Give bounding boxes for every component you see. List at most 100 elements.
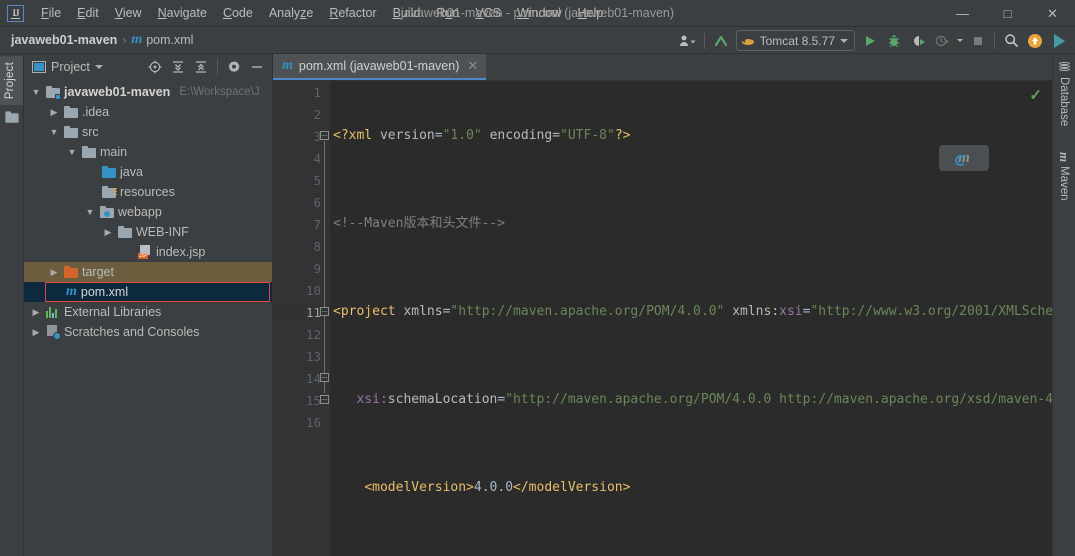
update-project-icon[interactable] <box>709 29 733 52</box>
run-configuration-selector[interactable]: Tomcat 8.5.77 <box>735 30 855 51</box>
menu-refactor[interactable]: Refactor <box>321 3 384 23</box>
editor-area: m pom.xml (javaweb01-maven) ✕ 1 2 3 4 5 … <box>273 54 1052 556</box>
settings-gear-icon[interactable] <box>223 56 245 78</box>
expand-all-icon[interactable] <box>167 56 189 78</box>
twisty-down-icon[interactable]: ▼ <box>84 207 96 217</box>
folder-icon <box>118 225 132 239</box>
minimize-button[interactable]: — <box>940 0 985 27</box>
tree-node-scratches-and-consoles[interactable]: ▶ Scratches and Consoles <box>24 322 272 342</box>
twisty-down-icon[interactable]: ▼ <box>30 87 42 97</box>
close-button[interactable]: ✕ <box>1030 0 1075 27</box>
menu-run[interactable]: Run <box>428 3 467 23</box>
twisty-right-icon[interactable]: ▶ <box>48 267 60 278</box>
tree-node-label: java <box>120 165 143 179</box>
maven-reload-button[interactable]: m <box>939 145 989 171</box>
close-icon[interactable]: ✕ <box>467 58 478 74</box>
project-panel-header: Project <box>24 54 272 80</box>
locate-icon[interactable] <box>144 56 166 78</box>
strip-tab-project[interactable]: Project <box>0 56 23 106</box>
tree-node-target[interactable]: ▶ target <box>24 262 272 282</box>
fold-collapse-icon[interactable]: ─ <box>320 395 329 404</box>
editor-tab-label: pom.xml (javaweb01-maven) <box>298 59 460 73</box>
tree-node-label: main <box>100 145 128 159</box>
stop-icon[interactable] <box>966 29 990 52</box>
maximize-button[interactable]: □ <box>985 0 1030 27</box>
profile-dropdown-icon[interactable] <box>954 29 966 52</box>
tree-node-external-libraries[interactable]: ▶ External Libraries <box>24 302 272 322</box>
menu-window[interactable]: Window <box>509 3 569 23</box>
fold-collapse-icon[interactable]: ─ <box>320 131 329 140</box>
fold-collapse-icon[interactable]: ─ <box>320 373 329 382</box>
tree-node-index-jsp[interactable]: JSP index.jsp <box>24 242 272 262</box>
update-icon[interactable] <box>1023 29 1047 52</box>
twisty-right-icon[interactable]: ▶ <box>48 107 60 118</box>
maven-m-icon: m <box>66 284 77 299</box>
user-settings-icon[interactable] <box>676 29 700 52</box>
project-panel-tools <box>144 56 268 78</box>
tree-node-pom-xml[interactable]: m pom.xml <box>24 282 272 302</box>
collapse-all-icon[interactable] <box>190 56 212 78</box>
menu-help[interactable]: Help <box>570 3 612 23</box>
tree-node-src[interactable]: ▼ src <box>24 122 272 142</box>
menu-code[interactable]: Code <box>215 3 261 23</box>
code-line-5: <modelVersion>4.0.0</modelVersion> <box>364 480 631 495</box>
tree-node-web-inf[interactable]: ▶ WEB-INF <box>24 222 272 242</box>
strip-tab-database[interactable]: Database <box>1053 56 1075 132</box>
twisty-right-icon[interactable]: ▶ <box>30 307 42 318</box>
tree-node-idea[interactable]: ▶ .idea <box>24 102 272 122</box>
breadcrumb-project[interactable]: javaweb01-maven <box>8 31 120 49</box>
refresh-icon <box>955 155 966 166</box>
ide-feature-icon[interactable] <box>1047 29 1071 52</box>
right-tool-window-strip: Database m Maven <box>1052 54 1075 556</box>
search-everywhere-icon[interactable] <box>999 29 1023 52</box>
maven-m-icon: m <box>1057 152 1072 163</box>
menu-build[interactable]: Build <box>385 3 429 23</box>
menu-view[interactable]: View <box>107 3 150 23</box>
twisty-right-icon[interactable]: ▶ <box>102 227 114 238</box>
twisty-down-icon[interactable]: ▼ <box>66 147 78 157</box>
breadcrumb-separator: › <box>122 33 127 47</box>
profile-icon[interactable] <box>930 29 954 52</box>
title-bar: IJ File Edit View Navigate Code Analyze … <box>0 0 1075 27</box>
scratches-icon <box>46 325 61 340</box>
tree-node-java[interactable]: java <box>24 162 272 182</box>
tomcat-icon <box>741 36 754 45</box>
strip-tab-maven-label: Maven <box>1058 166 1070 201</box>
tree-node-label: WEB-INF <box>136 225 189 239</box>
run-icon[interactable] <box>858 29 882 52</box>
folder-icon <box>82 145 96 159</box>
tree-node-label: index.jsp <box>156 245 206 259</box>
code-folding-column: ─ ─ ─ ─ <box>320 81 330 556</box>
tree-node-main[interactable]: ▼ main <box>24 142 272 162</box>
editor-tab-pom-xml[interactable]: m pom.xml (javaweb01-maven) ✕ <box>273 54 487 80</box>
webapp-folder-icon <box>100 205 114 219</box>
project-tree: ▼ javaweb01-maven E:\Workspace\J ▶ .idea… <box>24 80 272 342</box>
tree-node-javaweb01-maven[interactable]: ▼ javaweb01-maven E:\Workspace\J <box>24 82 272 102</box>
menu-edit[interactable]: Edit <box>69 3 107 23</box>
menu-file[interactable]: File <box>33 3 69 23</box>
breadcrumb-file[interactable]: m pom.xml <box>128 30 196 50</box>
folder-icon <box>64 125 78 139</box>
code-editor[interactable]: 1 2 3 4 5 6 7 8 9 10 11 12 13 14 15 16 ─ <box>273 81 1052 556</box>
inspection-status-icon[interactable]: ✓ <box>1029 88 1042 103</box>
run-coverage-icon[interactable] <box>906 29 930 52</box>
window-controls: — □ ✕ <box>940 0 1075 27</box>
tree-node-webapp[interactable]: ▼ webapp <box>24 202 272 222</box>
fold-collapse-icon[interactable]: ─ <box>320 307 329 316</box>
toolbar-right: Tomcat 8.5.77 <box>676 27 1075 54</box>
menu-bar: File Edit View Navigate Code Analyze Ref… <box>33 3 611 23</box>
menu-navigate[interactable]: Navigate <box>150 3 215 23</box>
strip-tab-maven[interactable]: m Maven <box>1053 146 1075 207</box>
code-line-1: <?xml version="1.0" encoding="UTF-8"?> <box>333 128 631 143</box>
menu-analyze[interactable]: Analyze <box>261 3 321 23</box>
menu-vcs[interactable]: VCS <box>467 3 509 23</box>
project-view-icon <box>32 61 46 73</box>
structure-folder-icon[interactable] <box>0 105 23 130</box>
tree-node-resources[interactable]: resources <box>24 182 272 202</box>
hide-panel-icon[interactable] <box>246 56 268 78</box>
twisty-down-icon[interactable]: ▼ <box>48 127 60 137</box>
twisty-right-icon[interactable]: ▶ <box>30 327 42 338</box>
resources-folder-icon <box>102 185 117 199</box>
debug-icon[interactable] <box>882 29 906 52</box>
project-panel-title[interactable]: Project <box>28 58 107 76</box>
